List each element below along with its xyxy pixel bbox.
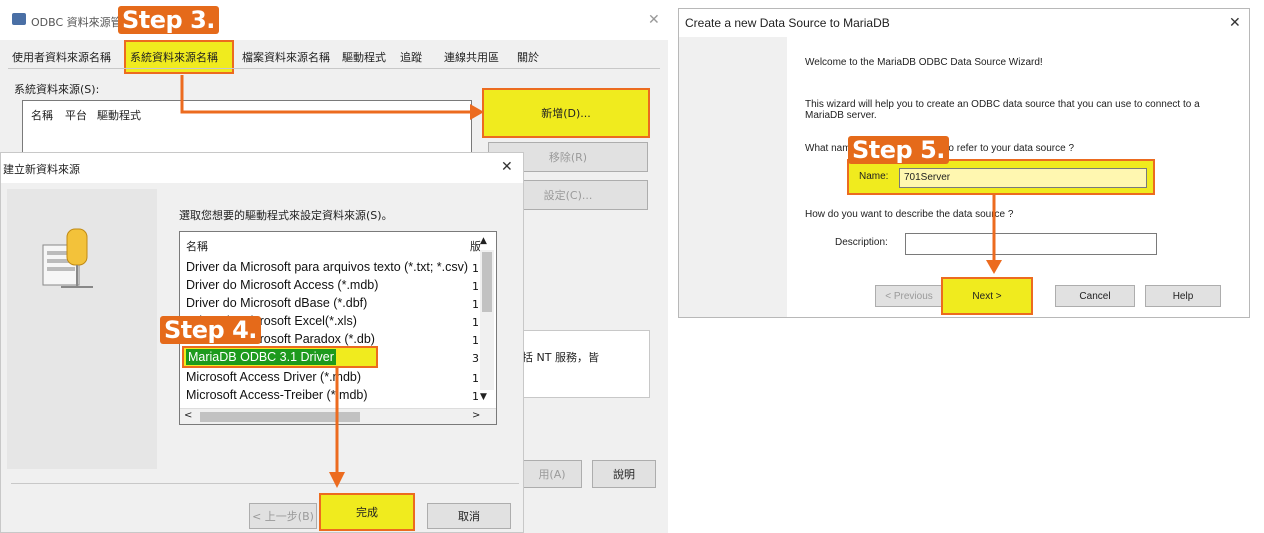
step-4-arrow <box>329 368 345 488</box>
step-5-arrow <box>986 194 1002 274</box>
